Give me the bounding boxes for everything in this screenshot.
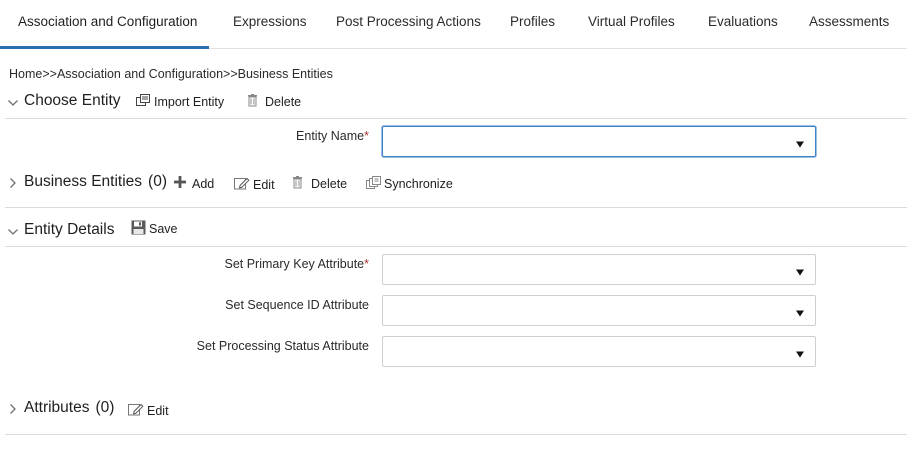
tab-label: Evaluations	[708, 14, 778, 29]
delete-label: Delete	[265, 95, 302, 109]
divider	[5, 434, 907, 435]
required-marker: *	[364, 257, 369, 271]
caret-down-icon	[795, 264, 805, 276]
divider	[5, 246, 907, 247]
breadcrumb-current: Business Entities	[237, 67, 333, 81]
delete-label: Delete	[311, 177, 348, 191]
import-entity-button[interactable]: Import Entity	[136, 94, 224, 110]
tab-association-configuration[interactable]: Association and Configuration	[0, 0, 209, 49]
tab-virtual-profiles[interactable]: Virtual Profiles	[588, 0, 675, 49]
edit-button[interactable]: Edit	[234, 176, 275, 193]
caret-down-icon	[795, 136, 805, 148]
chevron-down-icon[interactable]	[7, 225, 19, 239]
processing-status-label: Set Processing Status Attribute	[196, 339, 369, 353]
tab-label: Post Processing Actions	[336, 14, 481, 29]
required-marker: *	[364, 129, 369, 143]
trash-icon	[247, 94, 258, 110]
business-entities-title: Business Entities	[24, 173, 143, 190]
synchronize-label: Synchronize	[384, 177, 453, 191]
tab-label: Assessments	[809, 14, 890, 29]
add-label: Add	[192, 176, 215, 191]
breadcrumb-separator: >>	[223, 67, 238, 81]
business-entities-count: (0)	[148, 173, 167, 190]
primary-key-label: Set Primary Key Attribute*	[224, 257, 369, 271]
tab-label: Association and Configuration	[18, 14, 198, 29]
attributes-title: Attributes	[24, 399, 90, 416]
entity-name-label-text: Entity Name	[296, 129, 365, 143]
save-label: Save	[149, 222, 178, 236]
chevron-right-icon[interactable]	[7, 176, 19, 190]
tab-evaluations[interactable]: Evaluations	[708, 0, 778, 49]
synchronize-icon	[366, 176, 382, 192]
attributes-header: Attributes (0) Edit	[0, 399, 907, 425]
delete-business-entity-button[interactable]: Delete	[292, 176, 347, 192]
breadcrumb-separator: >>	[42, 67, 57, 81]
trash-icon	[292, 176, 303, 192]
chevron-right-icon[interactable]	[7, 402, 19, 416]
caret-down-icon	[795, 305, 805, 317]
edit-icon	[234, 176, 250, 193]
tab-post-processing-actions[interactable]: Post Processing Actions	[336, 0, 481, 49]
section-title-business-entities: Business Entities (0)	[24, 173, 167, 191]
tab-label: Profiles	[510, 14, 556, 29]
floppy-disk-icon	[131, 220, 146, 238]
import-icon	[136, 94, 151, 110]
tab-expressions[interactable]: Expressions	[233, 0, 307, 49]
entity-name-select[interactable]	[382, 126, 816, 157]
add-button[interactable]: Add	[174, 176, 214, 191]
divider	[5, 207, 907, 208]
entity-details-header: Entity Details Save	[0, 220, 907, 247]
choose-entity-header: Choose Entity Import Entity Delete	[0, 92, 907, 118]
sequence-id-select[interactable]	[382, 295, 816, 326]
caret-down-icon	[795, 346, 805, 358]
processing-status-select[interactable]	[382, 336, 816, 367]
attributes-count: (0)	[95, 399, 115, 416]
import-entity-label: Import Entity	[154, 95, 225, 109]
breadcrumb-association-configuration[interactable]: Association and Configuration	[57, 67, 223, 81]
section-title-attributes: Attributes (0)	[24, 399, 114, 417]
edit-label: Edit	[147, 403, 169, 418]
tab-profiles[interactable]: Profiles	[510, 0, 555, 49]
breadcrumb-home[interactable]: Home	[9, 67, 42, 81]
tab-assessments[interactable]: Assessments	[809, 0, 889, 49]
divider	[5, 118, 907, 119]
save-button[interactable]: Save	[131, 220, 178, 238]
attributes-edit-button[interactable]: Edit	[128, 402, 169, 419]
primary-key-label-text: Set Primary Key Attribute	[224, 257, 365, 271]
tab-label: Expressions	[233, 14, 307, 29]
entity-name-label: Entity Name*	[296, 129, 369, 143]
edit-icon	[128, 402, 144, 419]
breadcrumb: Home>>Association and Configuration>>Bus…	[9, 67, 333, 81]
tab-label: Virtual Profiles	[588, 14, 675, 29]
synchronize-button[interactable]: Synchronize	[366, 176, 453, 192]
sequence-id-label: Set Sequence ID Attribute	[225, 298, 369, 312]
delete-entity-button[interactable]: Delete	[247, 94, 301, 110]
tab-bar: Association and Configuration Expression…	[0, 0, 907, 49]
chevron-down-icon[interactable]	[7, 96, 19, 110]
business-entities-header: Business Entities (0) Add Edit Delete Syn…	[0, 173, 907, 199]
section-title-choose-entity: Choose Entity	[24, 92, 121, 109]
plus-icon	[174, 176, 186, 191]
primary-key-select[interactable]	[382, 254, 816, 285]
section-title-entity-details: Entity Details	[24, 221, 115, 238]
edit-label: Edit	[253, 177, 275, 192]
